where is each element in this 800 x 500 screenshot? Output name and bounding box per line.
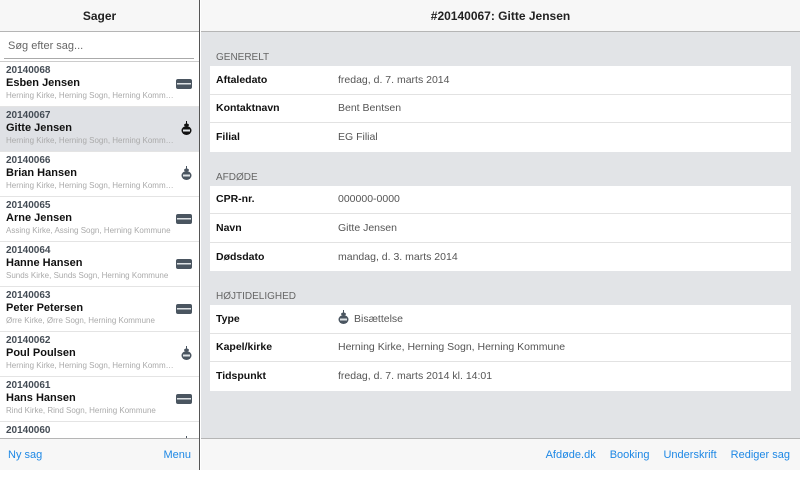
detail-value-wrap: Bent Bentsen bbox=[338, 102, 401, 114]
detail-row: Filial EG Filial bbox=[210, 123, 791, 152]
case-address: Rind Kirke, Rind Sogn, Herning Kommune bbox=[6, 406, 156, 415]
detail-label: Navn bbox=[216, 221, 242, 234]
detail-label: Type bbox=[216, 312, 240, 325]
detail-value: Bisættelse bbox=[354, 312, 404, 325]
coffin-icon bbox=[176, 301, 192, 319]
case-list-item[interactable]: 20140067 Gitte Jensen Herning Kirke, Her… bbox=[0, 107, 199, 152]
urn-icon bbox=[338, 309, 349, 328]
detail-label: Tidspunkt bbox=[216, 370, 266, 383]
detail-label: Kapel/kirke bbox=[216, 341, 273, 354]
case-number: 20140061 bbox=[6, 380, 51, 391]
case-number: 20140068 bbox=[6, 65, 51, 76]
detail-row: CPR-nr. 000000-0000 bbox=[210, 186, 791, 214]
case-number: 20140064 bbox=[6, 245, 51, 256]
case-address: Herning Kirke, Herning Sogn, Herning Kom… bbox=[6, 181, 174, 190]
detail-value-wrap: mandag, d. 3. marts 2014 bbox=[338, 251, 458, 263]
section-card: CPR-nr. 000000-0000 Navn Gitte Jensen Dødsda… bbox=[210, 185, 791, 272]
section-card: Type Bisættelse Kapel/kirke Herning Kirke, … bbox=[210, 305, 791, 391]
section-heading: GENERELT bbox=[216, 52, 270, 63]
case-name: Gitte Jensen bbox=[6, 122, 73, 134]
detail-value-wrap: Herning Kirke, Herning Sogn, Herning Kom… bbox=[338, 341, 565, 353]
detail-value-wrap: Bisættelse bbox=[338, 309, 404, 328]
footer-link-1[interactable]: Booking bbox=[610, 449, 650, 461]
case-list-item[interactable]: 20140066 Brian Hansen Herning Kirke, Her… bbox=[0, 152, 199, 197]
detail-value: Herning Kirke, Herning Sogn, Herning Kom… bbox=[338, 341, 566, 354]
urn-icon bbox=[181, 346, 192, 366]
detail-row: Dødsdato mandag, d. 3. marts 2014 bbox=[210, 243, 791, 272]
detail-value-wrap: fredag, d. 7. marts 2014 kl. 14:01 bbox=[338, 370, 492, 382]
footer-link-3[interactable]: Rediger sag bbox=[731, 449, 790, 461]
detail-row: Kontaktnavn Bent Bentsen bbox=[210, 95, 791, 123]
case-name: Brian Hansen bbox=[6, 167, 77, 179]
detail-value: fredag, d. 7. marts 2014 kl. 14:01 bbox=[338, 370, 493, 383]
menu-button[interactable]: Menu bbox=[163, 449, 191, 461]
detail-value: EG Filial bbox=[338, 131, 378, 144]
coffin-icon bbox=[176, 391, 192, 409]
detail-value: mandag, d. 3. marts 2014 bbox=[338, 250, 458, 263]
case-name: Esben Jensen bbox=[6, 77, 80, 89]
case-address: Sunds Kirke, Sunds Sogn, Herning Kommune bbox=[6, 271, 169, 280]
case-list-item[interactable]: 20140065 Arne Jensen Assing Kirke, Assin… bbox=[0, 197, 199, 242]
detail-row: Kapel/kirke Herning Kirke, Herning Sogn, … bbox=[210, 334, 791, 362]
detail-value: Bent Bentsen bbox=[338, 102, 402, 115]
case-address: Herning Kirke, Herning Sogn, Herning Kom… bbox=[6, 361, 174, 370]
detail-value-wrap: Gitte Jensen bbox=[338, 222, 397, 234]
case-list[interactable]: 20140068 Esben Jensen Herning Kirke, Her… bbox=[0, 61, 199, 438]
case-number: 20140060 bbox=[6, 425, 51, 436]
new-case-button[interactable]: Ny sag bbox=[8, 449, 42, 461]
case-title: #20140067: Gitte Jensen bbox=[201, 0, 800, 32]
case-address: Assing Kirke, Assing Sogn, Herning Kommu… bbox=[6, 226, 171, 235]
section-heading: HØJTIDELIGHED bbox=[216, 291, 297, 302]
case-address: Herning Kirke, Herning Sogn, Herning Kom… bbox=[6, 136, 174, 145]
detail-value: Gitte Jensen bbox=[338, 221, 397, 234]
detail-label: Dødsdato bbox=[216, 250, 265, 263]
case-list-item[interactable]: 20140068 Esben Jensen Herning Kirke, Her… bbox=[0, 62, 199, 107]
urn-icon bbox=[181, 166, 192, 186]
case-name: Peter Petersen bbox=[6, 302, 84, 314]
coffin-icon bbox=[176, 76, 192, 94]
detail-label: Aftaledato bbox=[216, 73, 268, 86]
case-name: Hans Hansen bbox=[6, 392, 76, 404]
case-number: 20140067 bbox=[6, 110, 51, 121]
coffin-icon bbox=[176, 211, 192, 229]
case-number: 20140062 bbox=[6, 335, 51, 346]
case-address: Herning Kirke, Herning Sogn, Herning Kom… bbox=[6, 91, 174, 100]
detail-label: Kontaktnavn bbox=[216, 102, 280, 115]
section-card: Aftaledato fredag, d. 7. marts 2014 Kontak… bbox=[210, 66, 791, 152]
detail-label: Filial bbox=[216, 131, 240, 144]
coffin-icon bbox=[176, 256, 192, 274]
right-footer: Afdøde.dk Booking Underskrift Rediger sag bbox=[201, 438, 800, 470]
case-detail-panel: #20140067: Gitte Jensen GENERELT Aftaleda… bbox=[201, 0, 800, 470]
section-heading: AFDØDE bbox=[216, 171, 258, 183]
case-address: Ørre Kirke, Ørre Sogn, Herning Kommune bbox=[6, 316, 155, 325]
left-footer: Ny sag Menu bbox=[0, 438, 199, 470]
case-list-item[interactable]: 20140060 bbox=[0, 422, 199, 438]
search-input[interactable]: Søg efter sag... bbox=[4, 36, 194, 59]
detail-row: Tidspunkt fredag, d. 7. marts 2014 kl. 14… bbox=[210, 362, 791, 391]
case-number: 20140065 bbox=[6, 200, 51, 211]
detail-row: Type Bisættelse bbox=[210, 305, 791, 334]
detail-label: CPR-nr. bbox=[216, 193, 255, 206]
cases-panel: Sager Søg efter sag... 20140068 Esben Je… bbox=[0, 0, 200, 470]
case-name: Hanne Hansen bbox=[6, 257, 83, 269]
case-list-item[interactable]: 20140064 Hanne Hansen Sunds Kirke, Sunds… bbox=[0, 242, 199, 287]
case-name: Arne Jensen bbox=[6, 212, 73, 224]
detail-value-wrap: EG Filial bbox=[338, 131, 378, 143]
detail-value-wrap: fredag, d. 7. marts 2014 bbox=[338, 74, 449, 86]
footer-link-2[interactable]: Underskrift bbox=[663, 449, 716, 461]
footer-link-0[interactable]: Afdøde.dk bbox=[546, 449, 596, 461]
case-name: Poul Poulsen bbox=[6, 347, 76, 359]
detail-value: fredag, d. 7. marts 2014 bbox=[338, 73, 450, 86]
urn-icon bbox=[181, 121, 192, 141]
case-list-item[interactable]: 20140061 Hans Hansen Rind Kirke, Rind So… bbox=[0, 377, 199, 422]
case-list-item[interactable]: 20140063 Peter Petersen Ørre Kirke, Ørre… bbox=[0, 287, 199, 332]
case-number: 20140066 bbox=[6, 155, 51, 166]
case-list-item[interactable]: 20140062 Poul Poulsen Herning Kirke, Her… bbox=[0, 332, 199, 377]
detail-row: Aftaledato fredag, d. 7. marts 2014 bbox=[210, 66, 791, 95]
detail-value-wrap: 000000-0000 bbox=[338, 193, 400, 205]
detail-row: Navn Gitte Jensen bbox=[210, 214, 791, 243]
cases-title: Sager bbox=[0, 0, 199, 32]
case-number: 20140063 bbox=[6, 290, 51, 301]
detail-value: 000000-0000 bbox=[338, 193, 400, 206]
